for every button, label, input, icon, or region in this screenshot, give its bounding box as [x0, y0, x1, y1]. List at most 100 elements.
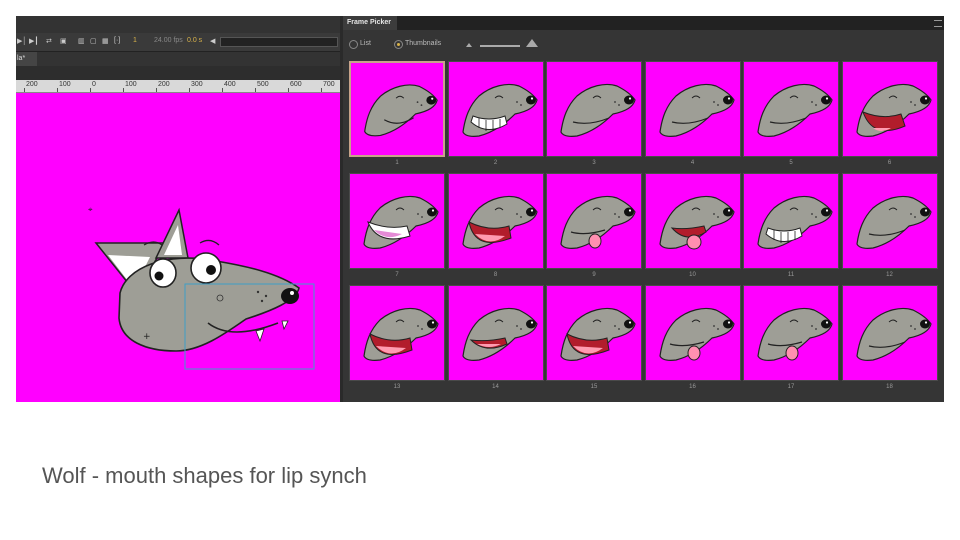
slide-caption: Wolf - mouth shapes for lip synch	[42, 463, 367, 488]
thumbnail-image[interactable]	[644, 61, 741, 157]
frame-number: 17	[787, 384, 795, 390]
frame-number: 2	[493, 160, 498, 166]
ruler-label: 100	[125, 81, 137, 88]
thumbnail-image[interactable]	[644, 285, 741, 381]
wolf-character[interactable]: ⌖ +	[16, 93, 340, 402]
large-mountain-icon	[526, 39, 538, 47]
thumbnails-label[interactable]: Thumbnails	[405, 40, 441, 47]
ruler-tick	[189, 88, 190, 92]
stage-canvas[interactable]: ⌖ +	[16, 93, 340, 402]
frame-thumbnail[interactable]: 15	[546, 285, 642, 396]
thumbnail-image[interactable]	[349, 173, 445, 269]
frame-thumbnail[interactable]: 7	[349, 173, 445, 284]
play-icon[interactable]: ▶│	[17, 37, 27, 45]
thumbnail-size-slider[interactable]	[480, 45, 520, 47]
horizontal-ruler: 200 100 0 100 200 300 400 500 600 700	[16, 80, 340, 93]
frame-thumbnail[interactable]: 11	[743, 173, 839, 284]
ruler-label: 300	[191, 81, 203, 88]
thumbnail-image[interactable]	[743, 61, 839, 157]
timeline-scrollbar[interactable]	[220, 37, 338, 47]
elapsed-time[interactable]: 0.0 s	[187, 37, 202, 44]
frame-rate[interactable]: 24.00 fps	[154, 37, 183, 44]
center-frame-icon[interactable]: ▣	[60, 37, 67, 45]
frame-thumbnail[interactable]: 1	[349, 61, 445, 172]
frame-number: 3	[592, 160, 596, 166]
frame-picker-panel: Frame Picker List Thumbnails 1 2 3 4 5 6 7 8 9 10…	[343, 16, 944, 402]
frame-number: 16	[689, 384, 696, 390]
frame-number: 18	[886, 384, 893, 390]
thumbnail-image[interactable]	[546, 285, 642, 381]
frame-thumbnail[interactable]: 18	[841, 285, 938, 396]
frame-thumbnail[interactable]: 8	[447, 173, 544, 284]
document-tab[interactable]: la*	[16, 52, 37, 66]
ruler-label: 200	[158, 81, 170, 88]
frame-number: 13	[393, 384, 401, 390]
animation-software-screenshot: ▶│ ▶┃ ⇄ ▣ ▥ ▢ ▦ [·] 1 24.00 fps 0.0 s ◀ …	[16, 16, 944, 402]
onion-range-icon[interactable]: [·]	[114, 37, 120, 44]
onion-skin-icon[interactable]: ▥	[78, 37, 85, 45]
thumbnail-image[interactable]	[447, 285, 544, 381]
svg-text:+: +	[143, 332, 151, 342]
frame-thumbnail[interactable]: 4	[644, 61, 741, 172]
thumbnail-image[interactable]	[447, 61, 544, 157]
current-frame[interactable]: 1	[133, 37, 137, 44]
frame-number: 15	[590, 384, 598, 390]
frame-thumbnail[interactable]: 3	[546, 61, 642, 172]
thumbnail-image[interactable]	[743, 173, 839, 269]
thumbnail-image[interactable]	[841, 285, 938, 381]
ruler-label: 500	[257, 81, 269, 88]
frame-thumbnail[interactable]: 12	[841, 173, 938, 284]
frame-thumbnail[interactable]: 16	[644, 285, 741, 396]
frame-thumbnail[interactable]: 17	[743, 285, 839, 396]
panel-header: Frame Picker	[343, 16, 944, 30]
frame-thumbnail[interactable]: 9	[546, 173, 642, 284]
list-label[interactable]: List	[360, 40, 371, 47]
frame-number: 12	[886, 272, 893, 278]
frame-number: 4	[690, 160, 695, 166]
edit-bar	[16, 66, 340, 80]
ruler-tick	[123, 88, 124, 92]
registration-mark: ⌖	[88, 205, 93, 214]
frame-thumbnail[interactable]: 2	[447, 61, 544, 172]
ruler-label: 200	[26, 81, 38, 88]
thumbnail-image[interactable]	[546, 173, 642, 269]
panel-menu-icon[interactable]	[934, 20, 942, 27]
frame-number: 7	[395, 272, 399, 278]
ruler-tick	[90, 88, 91, 92]
panel-tab-frame-picker[interactable]: Frame Picker	[343, 16, 397, 30]
frame-number: 5	[789, 160, 793, 166]
frame-thumbnail[interactable]: 6	[841, 61, 938, 172]
nose	[281, 288, 299, 304]
ruler-tick	[57, 88, 58, 92]
list-radio[interactable]	[349, 40, 358, 49]
ruler-tick	[288, 88, 289, 92]
frame-thumbnail[interactable]: 10	[644, 173, 741, 284]
ruler-label: 400	[224, 81, 236, 88]
ruler-tick	[24, 88, 25, 92]
thumbnails-radio[interactable]	[394, 40, 403, 49]
view-options: List Thumbnails	[343, 34, 944, 56]
edit-multiple-icon[interactable]: ▦	[102, 37, 109, 45]
thumbnail-image[interactable]	[447, 173, 544, 269]
frame-thumbnail[interactable]: 14	[447, 285, 544, 396]
thumbnail-image[interactable]	[644, 173, 741, 269]
thumbnail-image[interactable]	[349, 61, 445, 157]
frame-number: 1	[395, 160, 399, 166]
thumbnail-image[interactable]	[349, 285, 445, 381]
frame-thumbnail[interactable]: 13	[349, 285, 445, 396]
frame-number: 11	[787, 272, 795, 278]
timeline-toolbar: ▶│ ▶┃ ⇄ ▣ ▥ ▢ ▦ [·] 1 24.00 fps 0.0 s ◀	[16, 33, 340, 52]
step-forward-icon[interactable]: ▶┃	[29, 37, 39, 45]
left-eye	[149, 258, 177, 288]
onion-outline-icon[interactable]: ▢	[90, 37, 97, 45]
thumbnail-image[interactable]	[546, 61, 642, 157]
frame-thumbnail[interactable]: 5	[743, 61, 839, 172]
frame-number: 8	[493, 272, 498, 278]
ruler-tick	[222, 88, 223, 92]
frame-number: 10	[689, 272, 696, 278]
scroll-left-icon[interactable]: ◀	[210, 37, 215, 45]
thumbnail-image[interactable]	[743, 285, 839, 381]
loop-icon[interactable]: ⇄	[46, 37, 52, 45]
thumbnail-image[interactable]	[841, 173, 938, 269]
thumbnail-image[interactable]	[841, 61, 938, 157]
